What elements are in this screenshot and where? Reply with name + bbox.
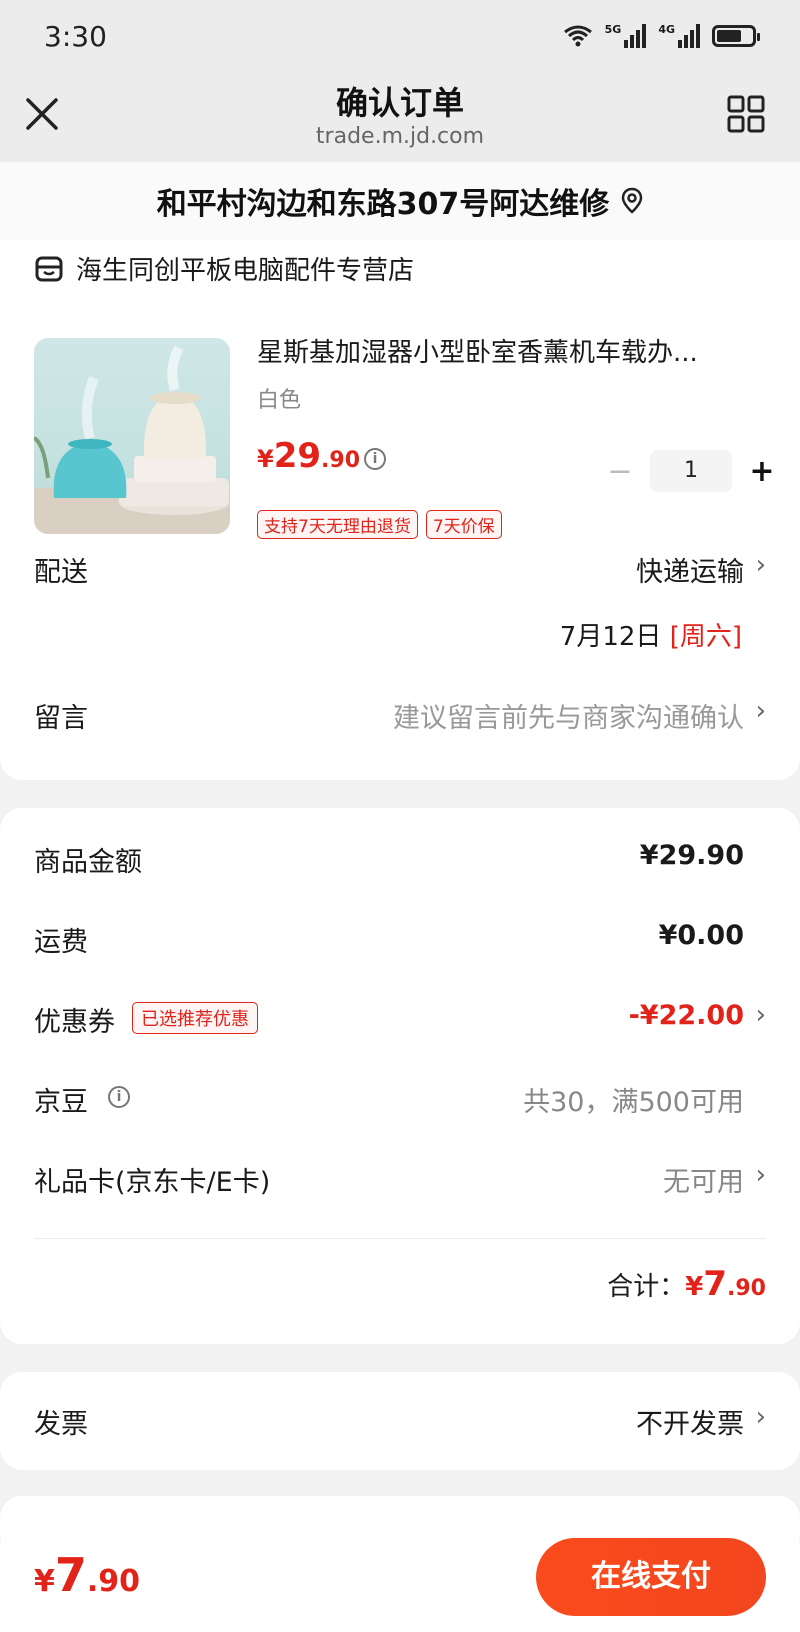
checkout-bar: ¥7.90 在线支付 <box>0 1526 800 1632</box>
page-url: trade.m.jd.com <box>315 124 485 149</box>
gift-card-value[interactable]: 无可用 <box>663 1160 744 1199</box>
pay-online-button[interactable]: 在线支付 <box>536 1538 766 1616</box>
status-icons: 5G 4G <box>563 24 760 48</box>
humidifier-image <box>34 345 230 534</box>
decrease-quantity-button[interactable]: − <box>602 454 638 489</box>
gift-card-label: 礼品卡(京东卡/E卡) <box>34 1167 271 1198</box>
invoice-card[interactable]: 发票 不开发票 › <box>0 1372 800 1470</box>
shop-name: 海生同创平板电脑配件专营店 <box>76 256 415 286</box>
page-title: 确认订单 <box>335 84 464 122</box>
store-icon <box>35 256 63 281</box>
coupon-chevron-icon[interactable]: › <box>756 1000 766 1030</box>
increase-quantity-button[interactable]: + <box>744 454 780 489</box>
product-price: ¥29.90 <box>257 436 361 476</box>
subtotal: 合计：¥7.90 <box>607 1264 766 1304</box>
jd-beans-label: 京豆 <box>34 1087 88 1118</box>
message-chevron-icon[interactable]: › <box>756 696 766 726</box>
product-image[interactable] <box>34 338 230 534</box>
signal-5g-icon: 5G <box>605 24 647 48</box>
gift-card-chevron-icon[interactable]: › <box>756 1160 766 1190</box>
wifi-icon <box>563 25 592 47</box>
delivery-date[interactable]: 7月12日 [周六] <box>560 616 742 653</box>
shipping-fee-label: 运费 <box>34 927 88 958</box>
goods-amount-value: ¥29.90 <box>639 840 744 871</box>
status-bar: 3:30 5G 4G <box>0 0 800 72</box>
shop-header[interactable]: 海生同创平板电脑配件专营店 <box>34 250 414 287</box>
coupon-tag: 已选推荐优惠 <box>132 1002 258 1034</box>
goods-amount-label: 商品金额 <box>34 847 142 878</box>
shipping-address[interactable]: 和平村沟边和东路307号阿达维修 <box>0 162 800 240</box>
payable-amount: ¥7.90 <box>34 1548 141 1602</box>
quantity-input[interactable]: 1 <box>650 450 732 492</box>
service-tags: 支持7天无理由退货 7天价保 <box>257 510 502 539</box>
message-label: 留言 <box>34 703 88 734</box>
delivery-method[interactable]: 快递运输 <box>636 550 744 589</box>
signal-4g-icon: 4G <box>658 24 700 48</box>
quantity-stepper: − 1 + <box>602 450 780 492</box>
grid-menu-icon[interactable] <box>726 94 766 134</box>
invoice-value[interactable]: 不开发票 <box>636 1402 744 1441</box>
battery-icon <box>712 25 760 47</box>
shop-card: 海生同创平板电脑配件专营店 星斯基加湿器小型卧室香薰机车载办... 白色 ¥29… <box>0 240 800 780</box>
jd-beans-value: 共30，满500可用 <box>523 1087 744 1118</box>
jd-beans-info-icon[interactable]: i <box>108 1086 130 1108</box>
return-policy-tag: 支持7天无理由退货 <box>257 510 418 539</box>
delivery-chevron-icon[interactable]: › <box>756 550 766 580</box>
divider <box>34 1238 766 1239</box>
product-title[interactable]: 星斯基加湿器小型卧室香薰机车载办... <box>257 332 767 369</box>
invoice-label: 发票 <box>34 1409 88 1440</box>
shipping-fee-value: ¥0.00 <box>658 920 744 951</box>
invoice-chevron-icon[interactable]: › <box>756 1402 766 1432</box>
price-info-icon[interactable]: i <box>364 448 386 470</box>
location-pin-icon <box>622 187 643 214</box>
coupon-label: 优惠券 <box>34 1007 115 1038</box>
delivery-label: 配送 <box>34 557 88 588</box>
product-spec: 白色 <box>257 388 302 413</box>
message-input[interactable]: 建议留言前先与商家沟通确认 <box>393 696 744 735</box>
address-text: 和平村沟边和东路307号阿达维修 <box>156 187 610 222</box>
nav-bar: 确认订单 trade.m.jd.com <box>0 72 800 162</box>
coupon-value[interactable]: -¥22.00 <box>629 1000 744 1031</box>
fee-card: 商品金额 ¥29.90 运费 ¥0.00 优惠券 已选推荐优惠 -¥22.00 … <box>0 808 800 1344</box>
status-time: 3:30 <box>44 19 107 53</box>
price-protect-tag: 7天价保 <box>425 510 502 539</box>
